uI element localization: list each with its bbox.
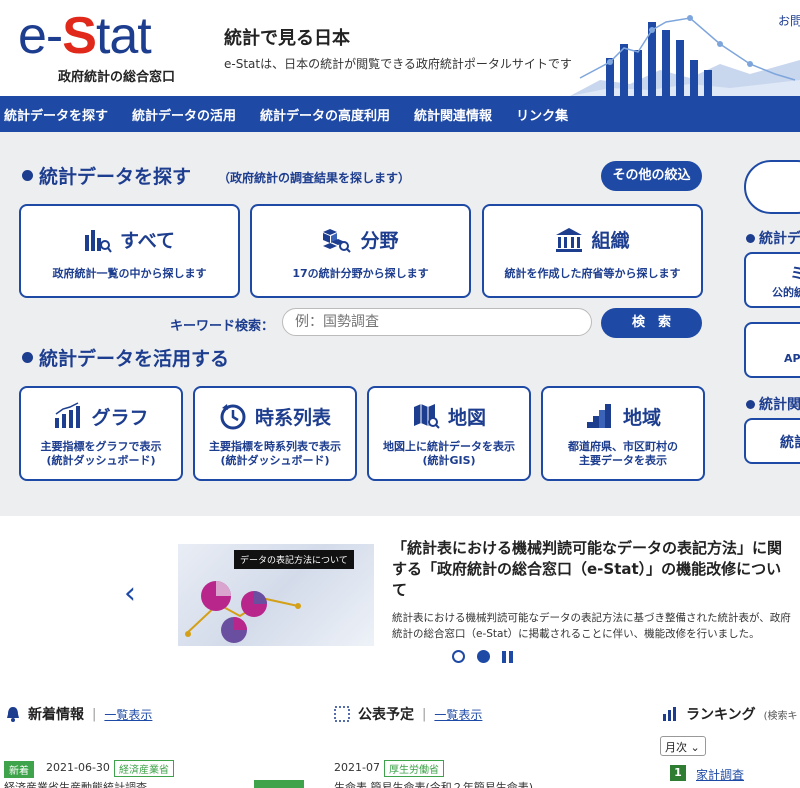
- carousel-news-title[interactable]: 「統計表における機械判読可能なデータの表記方法」に関する「政府統計の総合窓口（e…: [392, 538, 792, 601]
- right-card-stats[interactable]: 統計: [744, 418, 800, 464]
- ranking-item-link[interactable]: 家計調査: [696, 766, 744, 783]
- use-timeseries-desc1: 主要指標を時系列表で表示: [209, 440, 341, 453]
- carousel-promo-image[interactable]: データの表記方法について: [178, 544, 374, 646]
- cubes-search-icon: [323, 228, 352, 253]
- use-map-card[interactable]: 地図 地図上に統計データを表示 (統計GIS): [367, 386, 531, 481]
- search-button[interactable]: 検 索: [601, 308, 702, 338]
- bell-icon: [7, 707, 19, 722]
- search-all-title: すべて: [120, 230, 175, 252]
- site-header: e-Stat 政府統計の総合窓口 統計で見る日本 e-Statは、日本の統計が閲…: [0, 0, 800, 96]
- search-all-card[interactable]: すべて 政府統計一覧の中から探します: [19, 204, 240, 298]
- carousel-dot-1[interactable]: [452, 650, 465, 663]
- rank-number-badge: 1: [670, 765, 686, 781]
- ranking-title: ランキング: [686, 707, 756, 723]
- search-field-title: 分野: [360, 230, 399, 252]
- nav-item-advanced-use[interactable]: 統計データの高度利用: [248, 105, 402, 124]
- schedule-title: 公表予定: [358, 707, 414, 723]
- logo-wordmark: e-Stat: [18, 7, 152, 65]
- use-graph-title: グラフ: [91, 406, 149, 429]
- right-card-stats-label: 統計: [780, 435, 800, 451]
- use-graph-desc1: 主要指標をグラフで表示: [40, 440, 162, 453]
- site-tagline: 統計で見る日本: [224, 28, 350, 49]
- news-title: 新着情報: [28, 707, 84, 723]
- ranking-header: ランキング (検索キ: [662, 704, 798, 724]
- main-panel: 統計データを探す （政府統計の調査結果を探します） その他の絞込 すべて 政府統…: [0, 132, 800, 516]
- news-carousel: ‹ データの表記方法について 「統計表における機械判読可能なデータの表記方法」に…: [0, 516, 800, 686]
- right-card-api[interactable]: API: [744, 322, 800, 378]
- keyword-search-input[interactable]: [282, 308, 592, 336]
- use-section-title: 統計データを活用する: [22, 344, 229, 371]
- ranking-note: (検索キ: [763, 710, 798, 722]
- ranking-bar-icon: [663, 707, 676, 721]
- right-section-label-2: 統計関: [746, 394, 800, 414]
- use-graph-card[interactable]: グラフ 主要指標をグラフで表示 (統計ダッシュボード): [19, 386, 183, 481]
- news-item-link[interactable]: 経済産業省生産動態統計調査: [4, 779, 147, 788]
- use-region-card[interactable]: 地域 都道府県、市区町村の 主要データを表示: [541, 386, 705, 481]
- search-field-card[interactable]: 分野 17の統計分野から探します: [250, 204, 471, 298]
- carousel-dot-2[interactable]: [477, 650, 490, 663]
- nav-item-related-info[interactable]: 統計関連情報: [402, 105, 504, 124]
- search-all-desc: 政府統計一覧の中から探します: [52, 267, 207, 280]
- use-timeseries-card[interactable]: 時系列表 主要指標を時系列表で表示 (統計ダッシュボード): [193, 386, 357, 481]
- search-section-note: （政府統計の調査結果を探します）: [218, 171, 411, 185]
- new-badge: 新着: [4, 761, 34, 778]
- use-map-title: 地図: [447, 406, 486, 429]
- keyword-search-label: キーワード検索：: [170, 319, 275, 334]
- chevron-down-icon: ⌄: [690, 741, 700, 754]
- header-chart-illustration: [570, 15, 800, 96]
- news-date: 2021-06-30: [46, 761, 110, 774]
- graph-icon: [55, 402, 81, 428]
- use-timeseries-title: 時系列表: [254, 406, 331, 429]
- right-card-api-label: API: [784, 352, 800, 365]
- carousel-pause-icon[interactable]: [502, 650, 514, 663]
- other-filter-button[interactable]: その他の絞込: [601, 161, 702, 191]
- schedule-header: 公表予定 | 一覧表示: [334, 704, 482, 724]
- bar-chart-search-icon: [85, 229, 112, 253]
- right-login-button[interactable]: [744, 160, 800, 214]
- news-header: 新着情報 | 一覧表示: [6, 704, 152, 724]
- news-file-badge: [254, 780, 304, 788]
- nav-item-search-data[interactable]: 統計データを探す: [0, 105, 120, 124]
- use-region-title: 地域: [622, 406, 661, 429]
- schedule-org-badge: 厚生労働省: [384, 760, 444, 777]
- search-field-desc: 17の統計分野から探します: [292, 267, 429, 280]
- search-org-title: 組織: [591, 230, 630, 252]
- schedule-item-link[interactable]: 生命表 簡易生命表(令和２年簡易生命表): [334, 779, 533, 788]
- right-card-mi-desc: 公的統: [772, 286, 800, 299]
- map-icon: [413, 404, 440, 429]
- carousel-prev-arrow-icon[interactable]: ‹: [124, 576, 136, 611]
- region-stairs-icon: [586, 404, 611, 428]
- use-timeseries-desc2: (統計ダッシュボード): [220, 454, 330, 467]
- global-nav: 統計データを探す 統計データの活用 統計データの高度利用 統計関連情報 リンク集: [0, 96, 800, 132]
- site-description: e-Statは、日本の統計が閲覧できる政府統計ポータルサイトです: [224, 57, 572, 71]
- right-section-label-1: 統計デ: [746, 228, 800, 248]
- use-graph-desc2: (統計ダッシュボード): [46, 454, 156, 467]
- news-list-link[interactable]: 一覧表示: [104, 706, 152, 723]
- schedule-list-link[interactable]: 一覧表示: [434, 706, 482, 723]
- logo-subtitle: 政府統計の総合窓口: [58, 70, 176, 85]
- bottom-columns: 新着情報 | 一覧表示 新着 2021-06-30 経済産業省 経済産業省生産動…: [0, 686, 800, 788]
- search-org-card[interactable]: 組織 統計を作成した府省等から探します: [482, 204, 703, 298]
- right-card-mi-title: ミ: [790, 264, 800, 283]
- use-region-desc1: 都道府県、市区町村の: [568, 440, 678, 453]
- nav-item-use-data[interactable]: 統計データの活用: [120, 105, 248, 124]
- right-card-mi[interactable]: ミ 公的統: [744, 252, 800, 308]
- ranking-period-select[interactable]: 月次 ⌄: [660, 736, 706, 756]
- search-section-title: 統計データを探す: [22, 162, 191, 189]
- use-map-desc2: (統計GIS): [422, 454, 476, 467]
- estat-logo[interactable]: e-Stat: [18, 8, 193, 64]
- carousel-news-body: 統計表における機械判読可能なデータの表記方法に基づき整備された統計表が、政府統計…: [392, 612, 791, 640]
- nav-item-links[interactable]: リンク集: [504, 105, 580, 124]
- government-building-icon: [556, 227, 583, 252]
- use-region-desc2: 主要データを表示: [579, 454, 667, 467]
- search-org-desc: 統計を作成した府省等から探します: [504, 267, 681, 280]
- use-map-desc1: 地図上に統計データを表示: [383, 440, 515, 453]
- carousel-indicators: [452, 650, 514, 663]
- calendar-icon: [334, 706, 350, 722]
- schedule-date: 2021-07: [334, 761, 380, 774]
- promo-pie-illustration: [185, 581, 301, 643]
- clock-icon: [220, 404, 246, 430]
- news-org-badge: 経済産業省: [114, 760, 174, 777]
- help-link[interactable]: お問: [778, 12, 800, 29]
